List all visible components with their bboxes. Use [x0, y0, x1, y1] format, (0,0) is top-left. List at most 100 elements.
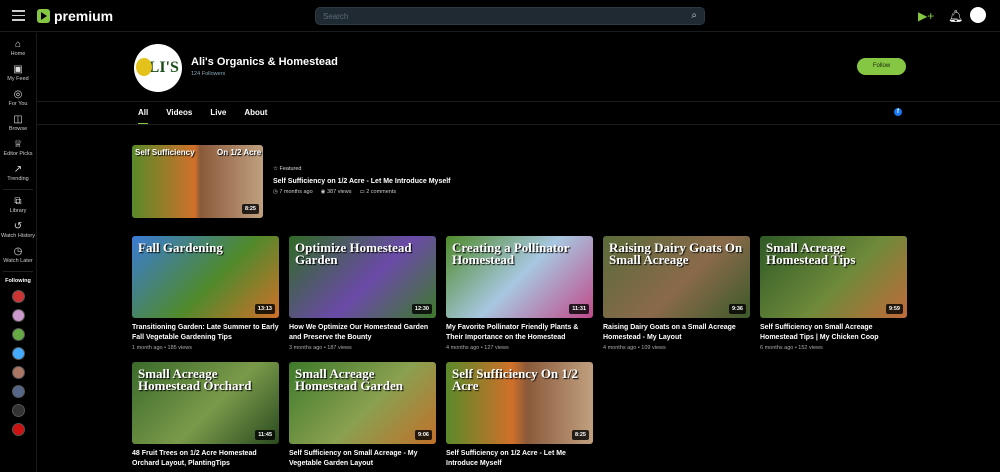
sidebar-item[interactable]: ⧉ Library	[0, 196, 36, 215]
video-meta: 4 months ago • 127 views	[446, 345, 509, 351]
thumb-text: Self Sufficiency	[135, 148, 195, 157]
thumb-text: Self Sufficiency On 1/2 Acre	[452, 366, 579, 393]
followed-channel-avatar[interactable]	[11, 290, 25, 303]
follow-button[interactable]: Follow	[857, 58, 906, 75]
sidebar-item[interactable]: ▣ My Feed	[0, 64, 36, 83]
duration-badge: 9:59	[885, 304, 903, 314]
featured-label: Featured	[279, 166, 302, 172]
thumb-text: Raising Dairy Goats On Small Acreage	[609, 240, 743, 267]
sidebar-item[interactable]: ◷ Watch Later	[0, 246, 36, 265]
sidebar-item-label: Trending	[7, 176, 29, 182]
video-card[interactable]: Small Acreage Homestead Orchard 11:45 48 …	[132, 362, 279, 471]
video-title[interactable]: 48 Fruit Trees on 1/2 Acre Homestead Orc…	[132, 449, 279, 469]
menu-icon[interactable]	[12, 10, 25, 24]
video-card[interactable]: Optimize Homestead Garden 12:30 How We Op…	[289, 236, 436, 351]
followed-channel-avatar[interactable]	[11, 366, 25, 379]
duration-badge: 11:31	[569, 304, 589, 314]
followed-channel-avatar[interactable]	[11, 385, 25, 398]
logo-play-icon	[37, 9, 50, 23]
sidebar-item[interactable]: ◫ Browse	[0, 114, 36, 133]
sidebar-icon: ◎	[13, 89, 23, 100]
sidebar-icon: ▣	[13, 64, 23, 75]
video-thumbnail[interactable]: Small Acreage Homestead Garden 9:06	[289, 362, 436, 444]
divider	[37, 124, 1000, 125]
sidebar-item[interactable]: ↺ Watch History	[0, 221, 36, 240]
video-card[interactable]: Raising Dairy Goats On Small Acreage 9:36…	[603, 236, 750, 351]
sidebar-item-label: For You	[8, 101, 28, 107]
duration-badge: 11:45	[255, 430, 275, 440]
duration-badge: 9:36	[728, 304, 746, 314]
followed-channel-avatar[interactable]	[11, 347, 25, 360]
video-thumbnail[interactable]: Self Sufficiency On 1/2 Acre 8:25	[446, 362, 593, 444]
sidebar-item-label: Home	[10, 51, 26, 57]
channel-tabs: All Videos Live About	[138, 108, 285, 124]
video-title[interactable]: Transitioning Garden: Late Summer to Ear…	[132, 323, 279, 343]
sidebar-item-label: Watch Later	[3, 258, 33, 264]
video-card[interactable]: Small Acreage Homestead Garden 9:06 Self …	[289, 362, 436, 471]
logo[interactable]: premium	[37, 8, 113, 24]
duration-badge: 8:25	[571, 430, 589, 440]
duration-badge: 8:25	[241, 204, 259, 214]
video-thumbnail[interactable]: Small Acreage Homestead Tips 9:59	[760, 236, 907, 318]
facebook-icon[interactable]: f	[894, 108, 902, 116]
sidebar-icon: ⧉	[14, 196, 22, 207]
video-card[interactable]: Small Acreage Homestead Tips 9:59 Self Su…	[760, 236, 907, 351]
thumb-text: On 1/2 Acre	[217, 148, 262, 157]
video-thumbnail[interactable]: Raising Dairy Goats On Small Acreage 9:36	[603, 236, 750, 318]
video-meta: 4 months ago • 109 views	[603, 345, 666, 351]
sidebar-item[interactable]: ♕ Editor Picks	[0, 139, 36, 158]
follower-count: 124 Followers	[191, 71, 226, 77]
video-title[interactable]: My Favorite Pollinator Friendly Plants &…	[446, 323, 593, 343]
search-icon[interactable]: ⌕	[691, 10, 697, 21]
video-thumbnail[interactable]: Fall Gardening 13:13	[132, 236, 279, 318]
sidebar-item-label: Browse	[8, 126, 28, 132]
video-title[interactable]: How We Optimize Our Homestead Garden and…	[289, 323, 436, 343]
tab-videos[interactable]: Videos	[166, 108, 192, 124]
divider	[37, 101, 1000, 102]
duration-badge: 13:13	[254, 304, 275, 314]
followed-channel-avatar[interactable]	[11, 328, 25, 341]
sidebar-item-label: My Feed	[7, 76, 29, 82]
video-meta: 6 months ago • 152 views	[760, 345, 823, 351]
featured-views: 387 views	[326, 189, 352, 195]
sidebar-item[interactable]: ⌂ Home	[0, 39, 36, 58]
thumb-text: Optimize Homestead Garden	[295, 240, 412, 267]
video-thumbnail[interactable]: Optimize Homestead Garden 12:30	[289, 236, 436, 318]
video-title[interactable]: Self Sufficiency on 1/2 Acre - Let Me In…	[446, 449, 593, 469]
sidebar: ⌂ Home ▣ My Feed ◎ For You ◫ Browse ♕ Editor Pick…	[0, 33, 37, 472]
search-input[interactable]: Search ⌕	[315, 7, 705, 25]
video-title[interactable]: Self Sufficiency on Small Acreage Homest…	[760, 323, 907, 343]
avatar-text: ALI'S	[137, 59, 179, 76]
bell-icon[interactable]: 🔔︎	[948, 9, 963, 23]
thumb-text: Fall Gardening	[138, 240, 223, 255]
thumb-text: Creating a Pollinator Homestead	[452, 240, 570, 267]
video-meta: 1 month ago • 185 views	[132, 345, 193, 351]
video-thumbnail[interactable]: Creating a Pollinator Homestead 11:31	[446, 236, 593, 318]
video-thumbnail[interactable]: Small Acreage Homestead Orchard 11:45	[132, 362, 279, 444]
channel-name: Ali's Organics & Homestead	[191, 56, 338, 68]
tab-all[interactable]: All	[138, 108, 149, 124]
user-avatar[interactable]	[970, 7, 986, 23]
video-card[interactable]: Fall Gardening 13:13 Transitioning Garden…	[132, 236, 279, 351]
featured-age: 7 months ago	[279, 189, 313, 195]
featured-comments: 2 comments	[366, 189, 397, 195]
upload-video-icon[interactable]: ▶+	[918, 9, 934, 23]
followed-channel-avatar[interactable]	[11, 423, 25, 436]
video-title[interactable]: Raising Dairy Goats on a Small Acreage H…	[603, 323, 750, 343]
duration-badge: 9:06	[414, 430, 432, 440]
sidebar-item[interactable]: ◎ For You	[0, 89, 36, 108]
tab-about[interactable]: About	[244, 108, 267, 124]
divider	[3, 271, 33, 272]
sidebar-icon: ↗	[13, 164, 23, 175]
video-title[interactable]: Self Sufficiency on Small Acreage - My V…	[289, 449, 436, 469]
search-placeholder: Search	[323, 12, 349, 21]
video-card[interactable]: Creating a Pollinator Homestead 11:31 My …	[446, 236, 593, 351]
featured-title[interactable]: Self Sufficiency on 1/2 Acre - Let Me In…	[273, 178, 451, 185]
tab-live[interactable]: Live	[210, 108, 226, 124]
sidebar-item-label: Editor Picks	[3, 151, 33, 157]
followed-channel-avatar[interactable]	[11, 404, 25, 417]
video-card[interactable]: Self Sufficiency On 1/2 Acre 8:25 Self Su…	[446, 362, 593, 471]
sidebar-item[interactable]: ↗ Trending	[0, 164, 36, 183]
featured-thumbnail[interactable]: Self Sufficiency On 1/2 Acre 8:25	[132, 145, 263, 218]
followed-channel-avatar[interactable]	[11, 309, 25, 322]
